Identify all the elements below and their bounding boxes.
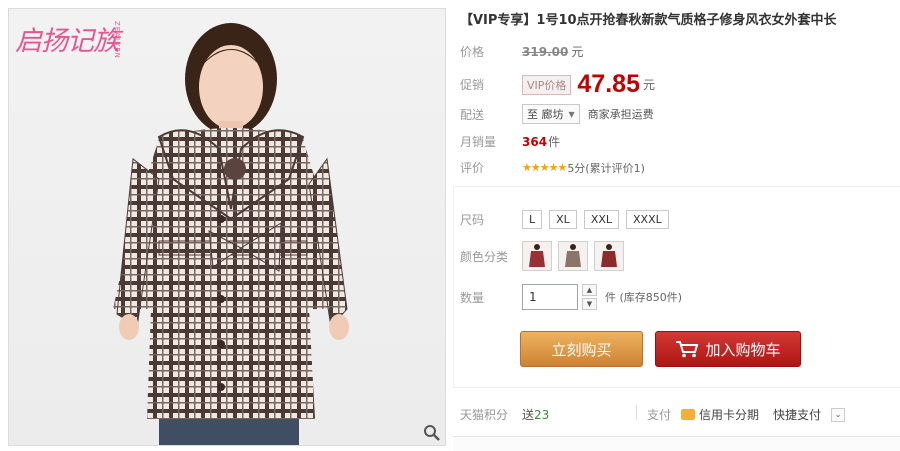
coat-thumbnail-icon bbox=[529, 244, 545, 267]
chevron-down-icon: ▼ bbox=[568, 109, 575, 119]
color-swatch[interactable] bbox=[522, 241, 552, 271]
shopping-cart-icon bbox=[676, 341, 699, 358]
size-option-l[interactable]: L bbox=[522, 210, 543, 229]
tabs-bar bbox=[453, 436, 900, 451]
coat-thumbnail-icon bbox=[565, 244, 581, 267]
sales-count: 364 bbox=[522, 134, 548, 149]
payment-installment[interactable]: 信用卡分期 bbox=[699, 406, 759, 423]
shipping-destination-select[interactable]: 至 廊坊 ▼ bbox=[522, 104, 580, 124]
shipping-note: 商家承担运费 bbox=[587, 108, 654, 121]
quantity-label: 数量 bbox=[460, 290, 485, 305]
promo-row: 促销 VIP价格 47.85 元 bbox=[460, 70, 655, 99]
quantity-decrease-button[interactable]: ▼ bbox=[582, 298, 597, 310]
rating-text[interactable]: 5分(累计评价1) bbox=[567, 160, 645, 176]
credit-card-icon bbox=[681, 409, 696, 420]
size-option-xl[interactable]: XL bbox=[549, 210, 577, 229]
size-row: 尺码 L XL XXL XXXL bbox=[460, 210, 669, 229]
points-label: 天猫积分 bbox=[460, 408, 509, 422]
quantity-increase-button[interactable]: ▲ bbox=[582, 284, 597, 296]
color-row: 颜色分类 bbox=[460, 241, 624, 271]
shipping-destination: 至 廊坊 bbox=[527, 108, 564, 121]
color-label: 颜色分类 bbox=[460, 249, 509, 264]
payment-row: 支付 信用卡分期 快捷支付 ⌄ bbox=[647, 406, 846, 423]
price-unit: 元 bbox=[571, 45, 584, 59]
product-image[interactable]: 启扬记族 ZEALYEN bbox=[8, 8, 446, 446]
price-label: 价格 bbox=[460, 45, 485, 59]
color-swatch[interactable] bbox=[558, 241, 588, 271]
size-option-xxxl[interactable]: XXXL bbox=[626, 210, 669, 229]
rating-row: 评价 ★★★★★ 5分(累计评价1) bbox=[460, 159, 645, 176]
size-options: L XL XXL XXXL bbox=[522, 210, 669, 229]
coat-thumbnail-icon bbox=[601, 244, 617, 267]
footer-divider bbox=[636, 405, 637, 420]
shipping-row: 配送 至 廊坊 ▼ 商家承担运费 bbox=[460, 104, 654, 124]
star-rating-icon: ★★★★★ bbox=[522, 161, 567, 174]
model-figure bbox=[113, 23, 349, 445]
promo-unit: 元 bbox=[642, 78, 655, 92]
vip-price-tag: VIP价格 bbox=[522, 74, 572, 95]
quantity-stepper: ▲ ▼ bbox=[582, 284, 597, 310]
size-label: 尺码 bbox=[460, 213, 485, 227]
quantity-row: 数量 ▲ ▼ 件 (库存850件) bbox=[460, 284, 682, 310]
quantity-input[interactable] bbox=[522, 284, 578, 310]
price-row: 价格 319.00 元 bbox=[460, 43, 583, 60]
payment-label: 支付 bbox=[647, 408, 672, 422]
rating-label: 评价 bbox=[460, 161, 485, 175]
payment-quick[interactable]: 快捷支付 bbox=[773, 406, 821, 423]
points-value: 23 bbox=[534, 407, 550, 422]
points-row: 天猫积分 送 23 bbox=[460, 406, 549, 423]
sales-unit: 件 bbox=[548, 135, 561, 149]
add-to-cart-button[interactable]: 加入购物车 bbox=[655, 331, 801, 367]
color-options bbox=[522, 241, 624, 271]
product-title: 【VIP专享】1号10点开抢春秋新款气质格子修身风衣女外套中长 bbox=[460, 13, 837, 28]
promo-label: 促销 bbox=[460, 78, 485, 92]
sales-label: 月销量 bbox=[460, 135, 497, 149]
buy-now-button[interactable]: 立刻购买 bbox=[520, 331, 643, 367]
promo-price: 47.85 bbox=[577, 70, 640, 98]
payment-dropdown-toggle[interactable]: ⌄ bbox=[831, 407, 846, 422]
magnifier-icon[interactable] bbox=[423, 424, 441, 442]
points-prefix: 送 bbox=[522, 408, 535, 422]
color-swatch[interactable] bbox=[594, 241, 624, 271]
stock-text: 件 (库存850件) bbox=[605, 291, 683, 304]
add-to-cart-label: 加入购物车 bbox=[705, 340, 781, 359]
sales-row: 月销量 364 件 bbox=[460, 133, 560, 150]
original-price: 319.00 bbox=[522, 44, 569, 59]
size-option-xxl[interactable]: XXL bbox=[583, 210, 620, 229]
shipping-label: 配送 bbox=[460, 107, 485, 122]
